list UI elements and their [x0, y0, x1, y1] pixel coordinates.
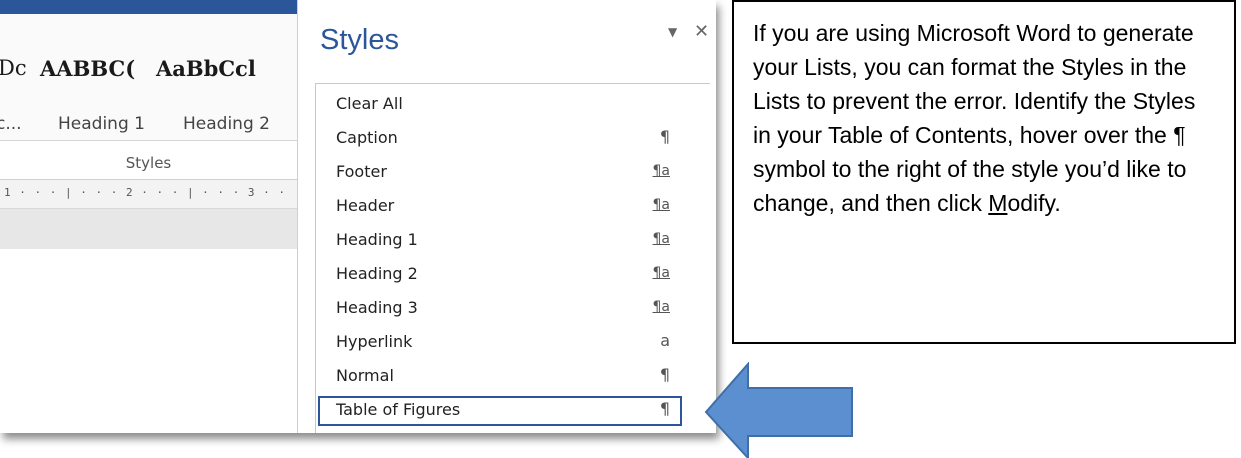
ribbon-styles-gallery: Dc AABBC( AaBbCcl c... Heading 1 Heading…	[0, 0, 297, 433]
style-item-heading-2[interactable]: Heading 2 ¶a	[318, 260, 682, 290]
close-icon[interactable]: ✕	[694, 21, 709, 42]
styles-pane-title: Styles	[320, 24, 399, 56]
paragraph-style-icon[interactable]: ¶	[660, 399, 670, 418]
styles-gallery: Dc AABBC( AaBbCcl c... Heading 1 Heading…	[0, 14, 297, 141]
style-item-header[interactable]: Header ¶a	[318, 192, 682, 222]
paragraph-style-icon[interactable]: ¶	[660, 365, 670, 384]
ruler-area: 1 · · · | · · · 2 · · · | · · · 3 · ·	[0, 179, 297, 250]
style-item-label: Table of Figures	[336, 400, 461, 419]
ruler-marks: 1 · · · | · · · 2 · · · | · · · 3 · ·	[4, 186, 287, 199]
style-item-footer[interactable]: Footer ¶a	[318, 158, 682, 188]
word-screenshot: Dc AABBC( AaBbCcl c... Heading 1 Heading…	[0, 0, 716, 433]
linked-style-icon[interactable]: ¶a	[653, 265, 671, 281]
linked-style-icon[interactable]: ¶a	[653, 299, 671, 315]
style-item-label: Hyperlink	[336, 332, 413, 351]
style-item-label: Heading 1	[336, 230, 418, 249]
style-item-hyperlink[interactable]: Hyperlink a	[318, 328, 682, 358]
style-thumbnail-0[interactable]: Dc	[0, 56, 27, 80]
instruction-callout: If you are using Microsoft Word to gener…	[732, 0, 1236, 344]
style-item-label: Header	[336, 196, 395, 215]
callout-text-end: odify.	[1007, 190, 1061, 216]
style-item-label: Clear All	[336, 94, 403, 113]
styles-pane: Styles ▼ ✕ Clear All Caption ¶ Footer ¶a…	[297, 0, 716, 433]
character-style-icon[interactable]: a	[660, 331, 670, 350]
style-item-clear-all[interactable]: Clear All	[318, 90, 682, 120]
ribbon-titlebar-strip	[0, 0, 297, 14]
style-name-heading-1[interactable]: Heading 1	[58, 114, 145, 134]
style-item-label: Normal	[336, 366, 394, 385]
style-name-heading-2[interactable]: Heading 2	[183, 114, 270, 134]
style-item-label: Heading 3	[336, 298, 418, 317]
styles-group-label: Styles	[125, 154, 172, 172]
paragraph-style-icon[interactable]: ¶	[660, 127, 670, 146]
callout-text-body: If you are using Microsoft Word to gener…	[753, 20, 1196, 216]
style-thumbnail-heading-1[interactable]: AABBC(	[40, 56, 135, 81]
style-name-0[interactable]: c...	[0, 114, 22, 134]
pointer-arrow-icon	[704, 362, 853, 458]
callout-text: If you are using Microsoft Word to gener…	[753, 16, 1216, 220]
document-page[interactable]	[0, 249, 297, 433]
style-item-label: Footer	[336, 162, 387, 181]
style-item-caption[interactable]: Caption ¶	[318, 124, 682, 154]
arrow-shape	[704, 362, 853, 458]
style-item-label: Heading 2	[336, 264, 418, 283]
modify-accelerator-letter: M	[988, 190, 1008, 216]
linked-style-icon[interactable]: ¶a	[653, 197, 671, 213]
linked-style-icon[interactable]: ¶a	[653, 231, 671, 247]
style-item-heading-1[interactable]: Heading 1 ¶a	[318, 226, 682, 256]
style-item-table-of-figures[interactable]: Table of Figures ¶	[318, 396, 682, 426]
style-item-heading-3[interactable]: Heading 3 ¶a	[318, 294, 682, 324]
style-list: Clear All Caption ¶ Footer ¶a Header ¶a …	[315, 83, 710, 433]
style-item-normal[interactable]: Normal ¶	[318, 362, 682, 392]
chevron-down-icon[interactable]: ▼	[668, 25, 677, 39]
ruler[interactable]: 1 · · · | · · · 2 · · · | · · · 3 · ·	[0, 180, 297, 209]
style-thumbnail-heading-2[interactable]: AaBbCcl	[156, 56, 256, 81]
style-item-label: Caption	[336, 128, 398, 147]
linked-style-icon[interactable]: ¶a	[653, 163, 671, 179]
